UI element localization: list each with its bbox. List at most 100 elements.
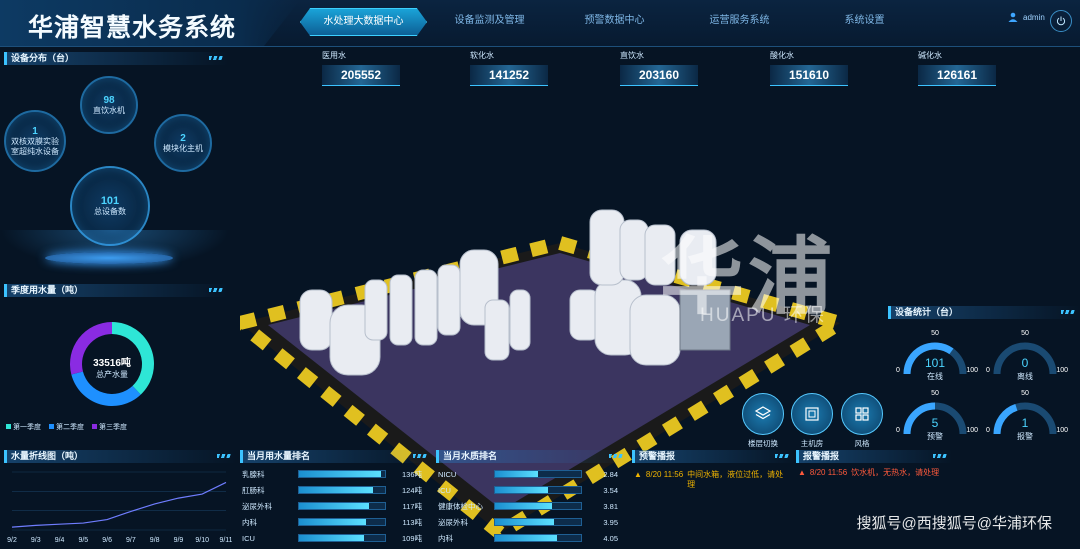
style-label: 风格 [854, 439, 870, 448]
rank-value: 117吨 [402, 501, 422, 511]
donut-center: 33516吨 总产水量 [62, 354, 162, 380]
rank-value: 109吨 [401, 533, 422, 543]
circle-lab-ultrapure: 1 双核双膜实验 室超纯水设备 [4, 110, 66, 172]
circle-modular-host: 2 模块化主机 [154, 114, 212, 172]
rank-value: 4.05 [603, 533, 618, 543]
device-distribution-title: 设备分布（台） [4, 52, 229, 65]
alarm-triangle-icon: ▲ [798, 468, 806, 477]
nav-tab-water-bigdata[interactable]: 水处理大数据中心 [300, 8, 427, 36]
gauge-offline: 50 0 100 0 离线 [986, 330, 1068, 388]
line-chart-x-tick: 9/4 [55, 537, 65, 544]
app-title: 华浦智慧水务系统 [28, 14, 237, 42]
rank-bar-track [494, 502, 582, 510]
nav-tab-device-monitor[interactable]: 设备监测及管理 [427, 8, 552, 34]
warning-message: 中间水箱，液位过低，请处理 [687, 470, 784, 489]
rank-name: 肛肠科 [242, 485, 265, 495]
warning-broadcast-title: 预警播报 [632, 450, 795, 463]
gauge-label: 离线 [1017, 372, 1033, 381]
gauge-value: 0 [1021, 356, 1029, 370]
style-button[interactable]: 风格 [841, 393, 883, 448]
line-chart-x-tick: 9/8 [150, 537, 160, 544]
gauge-alarm: 50 0 100 1 报警 [986, 390, 1068, 448]
gauge-label: 在线 [927, 372, 943, 381]
gauge-warning: 50 0 100 5 预警 [896, 390, 978, 448]
gauge-label: 预警 [927, 432, 943, 441]
nav-tab-warning-center[interactable]: 预警数据中心 [552, 8, 677, 34]
rank-value: 3.81 [603, 501, 618, 511]
pedestal-disc [45, 252, 173, 264]
rank-value: 113吨 [402, 517, 422, 527]
user-icon [1008, 12, 1018, 22]
line-chart-title: 水量折线图（吨） [4, 450, 237, 463]
gauge-mid-label: 50 [931, 330, 939, 337]
month-usage-rank-list: 乳腺科 136吨 肛肠科 124吨 泌尿外科 117吨 内科 113吨 ICU 109吨 [242, 466, 428, 546]
rank-bar-fill [299, 471, 381, 477]
line-chart-x-tick: 9/9 [174, 537, 184, 544]
rank-bar-fill [299, 535, 364, 541]
rank-row: NICU 2.84 [438, 466, 624, 482]
alarm-broadcast-title: 报警播报 [796, 450, 953, 463]
gauge-mid-label: 50 [931, 390, 939, 397]
total-production-label: 总产水量 [96, 370, 128, 379]
power-button[interactable] [1050, 10, 1072, 32]
rank-row: 泌尿外科 3.95 [438, 514, 624, 530]
power-icon [1056, 16, 1066, 26]
stat-softened-water: 软化水 141252 [470, 50, 548, 86]
nav-tab-system-settings[interactable]: 系统设置 [802, 8, 927, 34]
floor-switch-button[interactable]: 楼层切换 [742, 393, 784, 448]
alarm-item[interactable]: ▲ 8/20 11:56 饮水机，无热水，请处理 [798, 468, 988, 478]
rank-name: NICU [438, 469, 457, 479]
rank-value: 2.84 [603, 469, 618, 479]
nav-tab-ops-service[interactable]: 运营服务系统 [677, 8, 802, 34]
stat-alkaline-water: 碱化水 126161 [918, 50, 996, 86]
line-chart-series [11, 481, 227, 528]
alarm-time: 8/20 11:56 [809, 468, 848, 477]
rank-value: 3.95 [603, 517, 618, 527]
stat-acidic-water: 酸化水 151610 [770, 50, 848, 86]
rank-bar-fill [495, 503, 552, 509]
rank-bar-fill [495, 471, 538, 477]
month-quality-rank-title: 当月水质排名 [436, 450, 629, 463]
layers-icon [754, 406, 772, 420]
quarter-usage-title: 季度用水量（吨） [4, 284, 229, 297]
stat-medical-water: 医用水 205552 [322, 50, 400, 86]
gauge-mid-label: 50 [1021, 390, 1029, 397]
rank-bar-track [494, 534, 582, 542]
rank-name: ICU [242, 533, 255, 543]
total-production-value: 33516吨 [93, 358, 131, 369]
rank-bar-fill [299, 487, 373, 493]
main-room-button[interactable]: 主机房 [791, 393, 833, 448]
main-nav: 水处理大数据中心 设备监测及管理 预警数据中心 运营服务系统 系统设置 [300, 8, 927, 36]
rank-row: 内科 113吨 [242, 514, 428, 530]
rank-bar-track [298, 518, 386, 526]
device-stats-title: 设备统计（台） [888, 306, 1080, 319]
sohu-watermark: 搜狐号@西搜狐号@华浦环保 [856, 515, 1052, 532]
pedestal-glow [0, 230, 230, 270]
warning-item[interactable]: ▲ 8/20 11:56 中间水箱，液位过低，请处理 [634, 470, 788, 490]
rank-name: 泌尿外科 [438, 517, 468, 527]
user-menu[interactable]: admin [1008, 12, 1045, 22]
warning-triangle-icon: ▲ [634, 470, 642, 479]
rank-row: 泌尿外科 117吨 [242, 498, 428, 514]
month-usage-rank-title: 当月用水量排名 [240, 450, 433, 463]
water-line-chart: 9/2 9/3 9/4 9/5 9/6 9/7 9/8 9/9 9/10 9/11 [7, 471, 232, 544]
gauge-value: 5 [931, 416, 939, 430]
rank-row: 内科 4.05 [438, 530, 624, 546]
style-grid-icon [855, 407, 869, 421]
brand-watermark-en: HUAPU 环保 [700, 305, 826, 326]
rank-name: 内科 [438, 533, 453, 543]
line-chart-x-tick: 9/2 [7, 537, 17, 544]
rank-name: 泌尿外科 [242, 501, 272, 511]
line-chart-x-tick: 9/11 [219, 537, 232, 544]
legend-q3: 第三季度 [92, 422, 127, 432]
legend-q2: 第二季度 [49, 422, 84, 432]
donut-legend: 第一季度 第二季度 第三季度 [6, 422, 127, 432]
line-chart-x-tick: 9/6 [102, 537, 112, 544]
rank-name: 健康体检中心 [438, 501, 483, 511]
rank-bar-track [494, 486, 582, 494]
rank-name: 内科 [242, 517, 257, 527]
gauge-label: 报警 [1017, 432, 1033, 441]
month-quality-rank-list: NICU 2.84 ICU 3.54 健康体检中心 3.81 泌尿外科 3.95 内科 4.05 [438, 466, 624, 546]
rank-row: 健康体检中心 3.81 [438, 498, 624, 514]
rank-row: 肛肠科 124吨 [242, 482, 428, 498]
